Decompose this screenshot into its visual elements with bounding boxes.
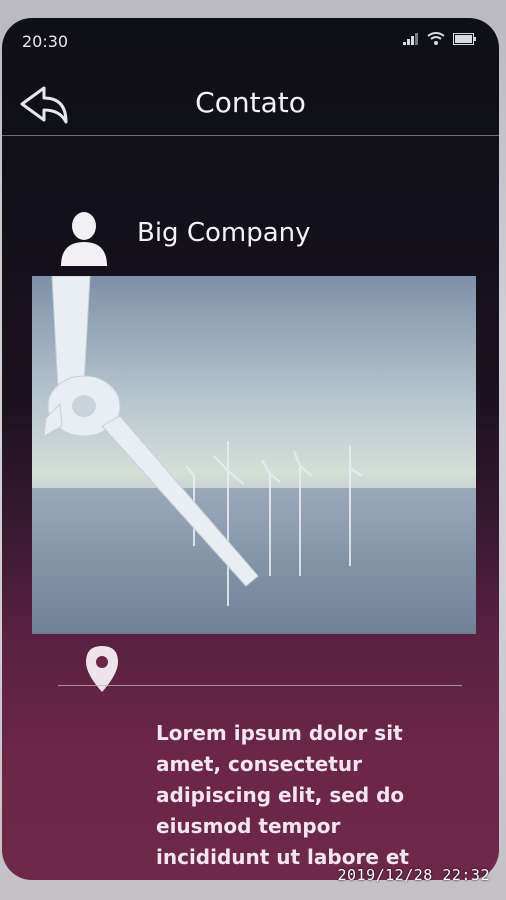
location-divider <box>58 685 462 686</box>
company-name: Big Company <box>137 218 311 248</box>
status-bar: 20:30 <box>2 18 499 64</box>
location-pin-icon <box>86 646 118 692</box>
location-row <box>82 644 132 694</box>
person-icon <box>61 212 107 266</box>
wind-farm-image <box>32 276 476 634</box>
signal-icon <box>403 32 418 45</box>
wifi-icon <box>427 32 445 45</box>
app-header: Contato <box>2 78 499 138</box>
photo-timestamp: 2019/12/28 22:32 <box>337 866 490 884</box>
phone-screen: 20:30 Contato Big Company Lorem ipsum do… <box>2 18 499 880</box>
company-row: Big Company <box>57 210 457 280</box>
company-description: Lorem ipsum dolor sit amet, consectetur … <box>156 721 409 869</box>
offshore-wind-turbines-photo <box>32 276 476 634</box>
status-icons <box>403 32 477 45</box>
page-title: Contato <box>195 86 306 119</box>
battery-icon <box>453 32 476 45</box>
status-time: 20:30 <box>22 32 69 51</box>
header-divider <box>2 135 499 136</box>
